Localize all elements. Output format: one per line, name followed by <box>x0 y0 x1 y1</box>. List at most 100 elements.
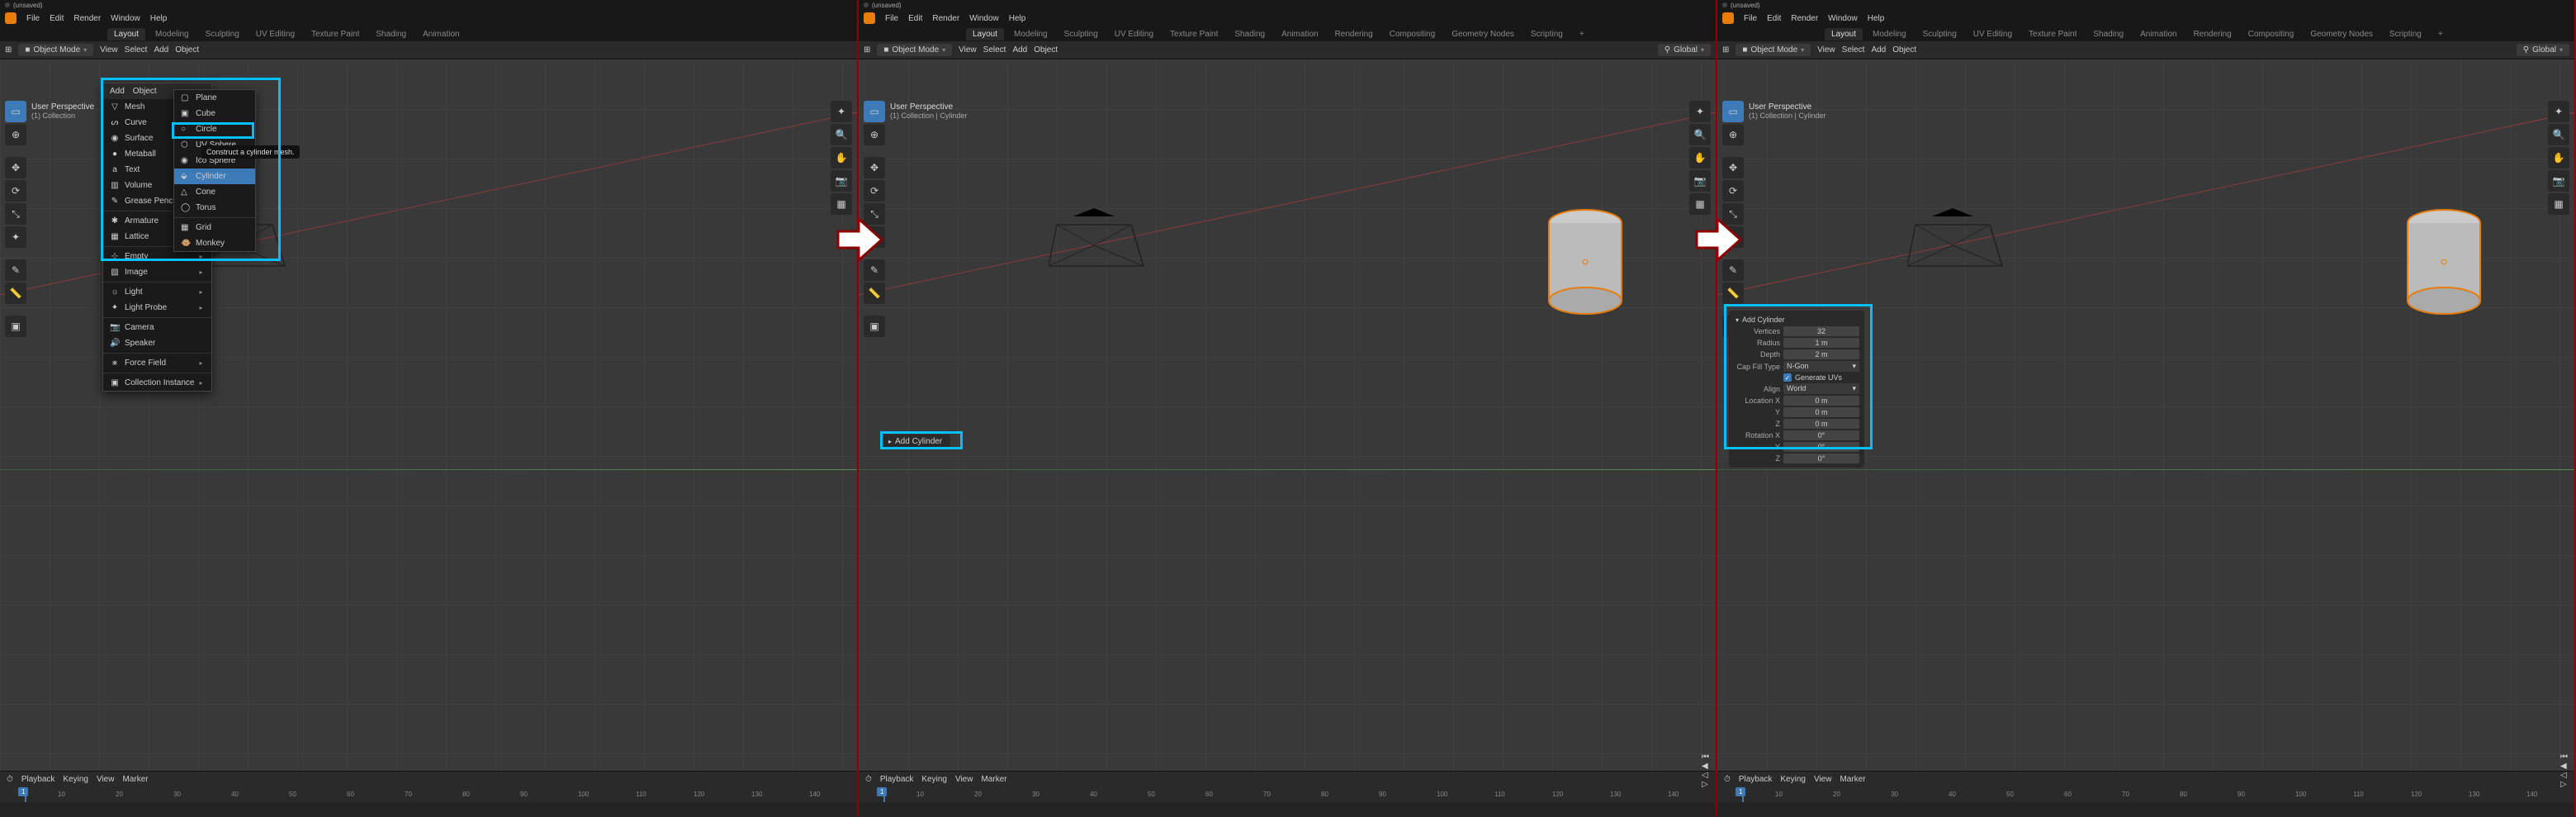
add-speaker[interactable]: 🔊Speaker <box>103 335 211 351</box>
playhead[interactable] <box>25 787 26 802</box>
editor-type-icon[interactable]: ⊞ <box>1722 45 1729 55</box>
gizmo-camera[interactable]: 📷 <box>831 170 852 192</box>
tab-anim[interactable]: Animation <box>2133 28 2183 40</box>
tl-view[interactable]: View <box>97 775 115 784</box>
tl-view[interactable]: View <box>955 775 973 784</box>
mode-select[interactable]: ■Object Mode▾ <box>18 44 93 56</box>
menu-file[interactable]: File <box>26 14 40 23</box>
hdr-view[interactable]: View <box>100 45 118 55</box>
tool-select[interactable]: ▭ <box>5 101 26 122</box>
menu-render[interactable]: Render <box>1791 14 1818 23</box>
add-light[interactable]: ☼Light▸ <box>103 284 211 300</box>
add-camera[interactable]: 📷Camera <box>103 320 211 335</box>
hdr-view[interactable]: View <box>959 45 977 55</box>
tl-marker[interactable]: Marker <box>122 775 148 784</box>
gizmo-camera[interactable]: 📷 <box>2548 170 2569 192</box>
tab-add[interactable]: + <box>1573 28 1591 40</box>
camera-object[interactable] <box>1049 208 1148 274</box>
tl-playback[interactable]: Playback <box>21 775 55 784</box>
hdr-object[interactable]: Object <box>1892 45 1916 55</box>
menu-window[interactable]: Window <box>1828 14 1858 23</box>
tab-uv[interactable]: UV Editing <box>1108 28 1160 40</box>
editor-type-icon[interactable]: ⊞ <box>5 45 12 55</box>
prop-locy[interactable]: 0 m <box>1783 407 1859 417</box>
hdr-select[interactable]: Select <box>125 45 148 55</box>
tab-shading[interactable]: Shading <box>2086 28 2130 40</box>
menu-edit[interactable]: Edit <box>1767 14 1781 23</box>
hdr-view[interactable]: View <box>1817 45 1835 55</box>
gizmo-persp[interactable]: ▦ <box>831 193 852 215</box>
cylinder-object[interactable] <box>2403 208 2485 316</box>
gizmo-zoom[interactable]: 🔍 <box>1689 124 1711 145</box>
mesh-plane[interactable]: ▢Plane <box>174 90 255 106</box>
menu-window[interactable]: Window <box>969 14 999 23</box>
tab-texture[interactable]: Texture Paint <box>2022 28 2083 40</box>
tool-measure[interactable]: 📏 <box>864 283 885 304</box>
tl-keying[interactable]: Keying <box>63 775 88 784</box>
timeline[interactable]: 10 20 30 40 50 60 70 80 90 100 110 120 1… <box>1717 787 2574 817</box>
timeline[interactable]: 10 20 30 40 50 60 70 80 90 100 110 120 1… <box>0 787 857 817</box>
prop-align[interactable]: World▾ <box>1783 383 1859 394</box>
tab-layout[interactable]: Layout <box>1825 28 1863 40</box>
chevron-down-icon[interactable]: ▾ <box>1735 316 1739 324</box>
tab-modeling[interactable]: Modeling <box>149 28 196 40</box>
mode-select[interactable]: ■Object Mode▾ <box>877 44 952 56</box>
tl-playback[interactable]: Playback <box>880 775 914 784</box>
mesh-cylinder[interactable]: ⬙Cylinder <box>174 169 255 184</box>
prop-capfill[interactable]: N-Gon▾ <box>1783 361 1859 372</box>
tool-addcube[interactable]: ▣ <box>5 316 26 337</box>
menu-render[interactable]: Render <box>73 14 101 23</box>
playhead[interactable] <box>883 787 885 802</box>
menu-file[interactable]: File <box>1744 14 1757 23</box>
add-forcefield[interactable]: ⨳Force Field▸ <box>103 355 211 371</box>
viewport-3d[interactable]: User Perspective (1) Collection | Cylind… <box>1717 59 2574 778</box>
prop-rotx[interactable]: 0° <box>1783 430 1859 440</box>
tool-cursor[interactable]: ⊕ <box>864 124 885 145</box>
prop-locz[interactable]: 0 m <box>1783 419 1859 429</box>
tab-render[interactable]: Rendering <box>1328 28 1380 40</box>
orientation-select[interactable]: ⚲Global▾ <box>1658 44 1711 56</box>
prop-vertices[interactable]: 32 <box>1783 326 1859 336</box>
hdr-add[interactable]: Add <box>1871 45 1886 55</box>
mesh-cone[interactable]: △Cone <box>174 184 255 200</box>
gizmo-nav[interactable]: ✦ <box>831 101 852 122</box>
tool-addcube[interactable]: ▣ <box>864 316 885 337</box>
menu-window[interactable]: Window <box>111 14 140 23</box>
viewport-3d[interactable]: User Perspective (1) Collection ▭ ⊕ ✥ ⟳ … <box>0 59 857 778</box>
tool-rotate[interactable]: ⟳ <box>864 180 885 202</box>
tl-playback[interactable]: Playback <box>1739 775 1773 784</box>
playhead[interactable] <box>1742 787 1744 802</box>
gizmo-nav[interactable]: ✦ <box>2548 101 2569 122</box>
mode-select[interactable]: ■Object Mode▾ <box>1735 44 1811 56</box>
editor-type-icon[interactable]: ⊞ <box>864 45 870 55</box>
hdr-select[interactable]: Select <box>1842 45 1865 55</box>
tool-move[interactable]: ✥ <box>864 157 885 178</box>
tab-uv[interactable]: UV Editing <box>249 28 301 40</box>
tab-modeling[interactable]: Modeling <box>1866 28 1913 40</box>
camera-object[interactable] <box>1907 208 2006 274</box>
tool-move[interactable]: ✥ <box>5 157 26 178</box>
tl-keying[interactable]: Keying <box>921 775 947 784</box>
tool-scale[interactable]: ⤡ <box>5 203 26 225</box>
tl-keying[interactable]: Keying <box>1780 775 1806 784</box>
play-reverse[interactable]: ◁ <box>2560 771 2568 780</box>
tab-shading[interactable]: Shading <box>369 28 413 40</box>
tab-add[interactable]: + <box>2432 28 2450 40</box>
menu-help[interactable]: Help <box>1868 14 1885 23</box>
tab-anim[interactable]: Animation <box>416 28 466 40</box>
tab-comp[interactable]: Compositing <box>1383 28 1442 40</box>
tab-texture[interactable]: Texture Paint <box>305 28 366 40</box>
mesh-torus[interactable]: ◯Torus <box>174 200 255 216</box>
add-lightprobe[interactable]: ✦Light Probe▸ <box>103 300 211 316</box>
gizmo-pan[interactable]: ✋ <box>831 147 852 169</box>
add-image[interactable]: ▧Image▸ <box>103 264 211 280</box>
tab-uv[interactable]: UV Editing <box>1967 28 2019 40</box>
tool-measure[interactable]: 📏 <box>1722 283 1744 304</box>
tool-transform[interactable]: ✦ <box>5 226 26 248</box>
operator-panel-collapsed[interactable]: ▸ Add Cylinder <box>883 435 950 449</box>
play-start[interactable]: ⏮ <box>2560 753 2568 762</box>
hdr-select[interactable]: Select <box>983 45 1006 55</box>
tab-shading[interactable]: Shading <box>1228 28 1271 40</box>
menu-help[interactable]: Help <box>1009 14 1026 23</box>
mesh-monkey[interactable]: 🐵Monkey <box>174 235 255 251</box>
